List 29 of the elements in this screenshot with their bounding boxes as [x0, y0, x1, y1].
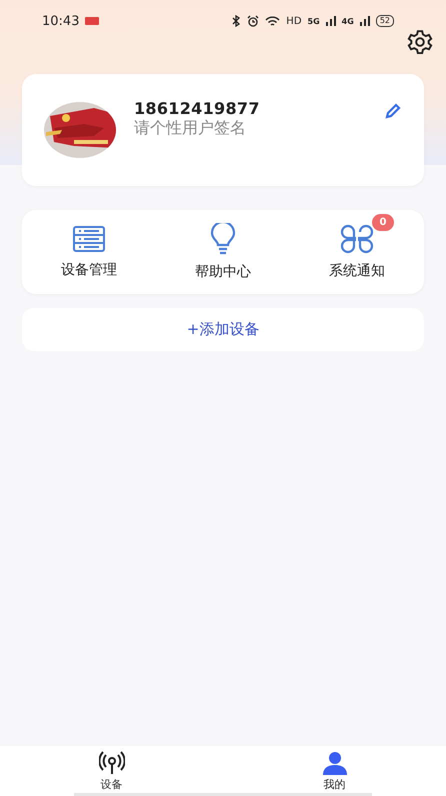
person-icon: [322, 750, 348, 774]
list-icon: [72, 225, 106, 253]
alarm-icon: [247, 15, 260, 27]
signal-icon: [360, 16, 370, 26]
menu-item[interactable]: 帮助中心: [156, 210, 290, 294]
wifi-icon: [265, 16, 280, 26]
edit-button[interactable]: [384, 102, 402, 120]
status-time: 10:43: [42, 14, 80, 28]
notification-icon: [85, 17, 100, 25]
nav-tab[interactable]: 我的: [223, 746, 446, 796]
grid-icon: [340, 224, 374, 254]
network-label: 5G: [308, 16, 320, 26]
battery-level: 52: [376, 15, 394, 27]
settings-button[interactable]: [406, 28, 434, 56]
signal-icon: [326, 16, 336, 26]
nav-tab[interactable]: 设备: [0, 746, 223, 796]
bluetooth-icon: [231, 15, 242, 27]
add-device-button[interactable]: +添加设备: [22, 308, 424, 351]
signal-tower-icon: [98, 750, 124, 774]
pencil-icon: [384, 102, 402, 120]
notification-count: 0: [372, 214, 394, 231]
menu-item[interactable]: 0 系统通知: [290, 210, 424, 294]
hd-label: HD: [286, 16, 302, 26]
lightbulb-icon: [209, 223, 237, 255]
signature-text: 请个性用户签名: [134, 118, 247, 139]
settings-icon: [407, 29, 433, 55]
network-label: 4G: [342, 16, 354, 26]
phone-number: 18612419877: [134, 99, 261, 118]
menu-item[interactable]: 设备管理: [22, 210, 156, 294]
